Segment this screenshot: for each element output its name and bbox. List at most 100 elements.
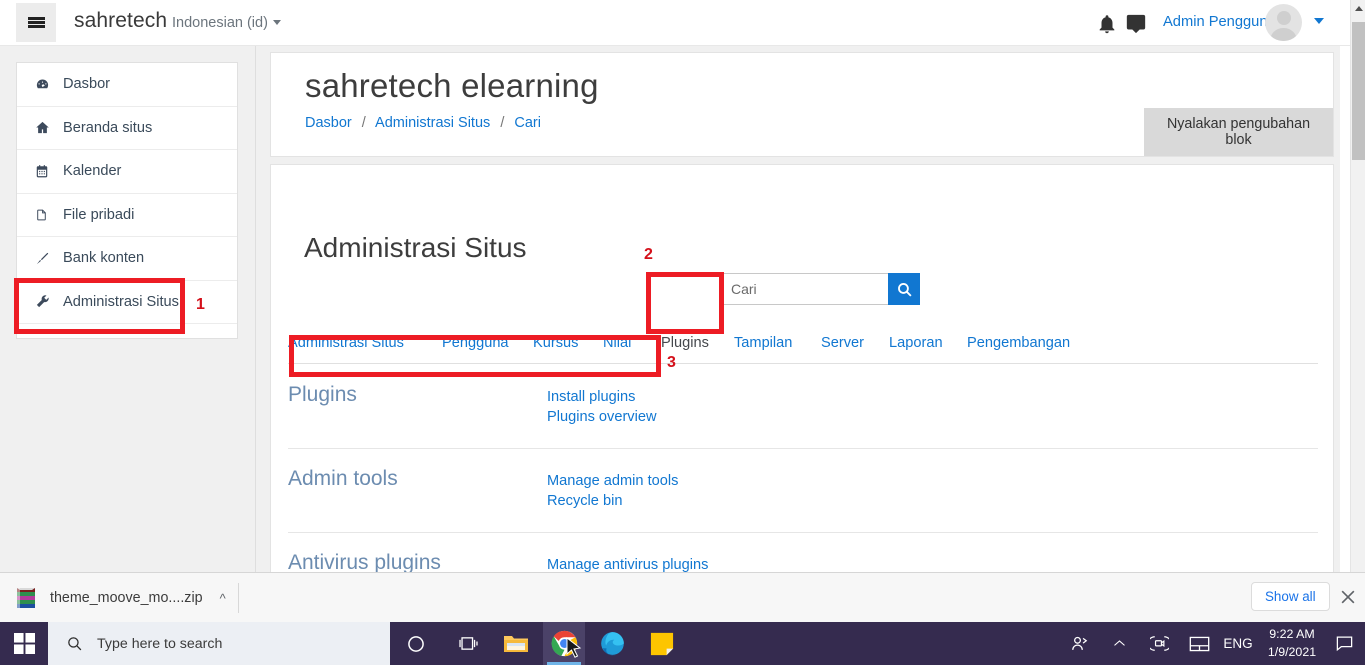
magnifier-icon xyxy=(68,637,82,651)
sidebar-item-label: Bank konten xyxy=(63,250,145,267)
camera-icon[interactable] xyxy=(1146,622,1172,665)
clock-date: 1/9/2021 xyxy=(1267,644,1317,659)
link-plugins-overview[interactable]: Plugins overview xyxy=(547,407,657,427)
sidebar-item-kalender[interactable]: Kalender xyxy=(17,150,237,194)
chevron-up-icon[interactable] xyxy=(1106,622,1132,665)
page-scrollbar[interactable] xyxy=(1350,0,1365,622)
clock-time: 9:22 AM xyxy=(1269,627,1315,641)
toggle-block-editing-button[interactable]: Nyalakan pengubahan blok xyxy=(1144,108,1333,156)
user-name[interactable]: Admin Pengguna xyxy=(1163,14,1276,30)
scrollbar-thumb[interactable] xyxy=(1352,22,1365,160)
scroll-up-arrow-icon[interactable] xyxy=(1351,0,1365,16)
user-menu-chevron-down-icon[interactable] xyxy=(1314,18,1324,24)
language-selector[interactable]: Indonesian (id) xyxy=(172,15,281,31)
tab-pengembangan[interactable]: Pengembangan xyxy=(967,328,1070,358)
breadcrumb: Dasbor / Administrasi Situs / Cari xyxy=(305,115,541,131)
file-explorer-icon[interactable] xyxy=(496,622,536,665)
page-header-card: sahretech elearning Dasbor / Administras… xyxy=(270,52,1334,157)
breadcrumb-separator: / xyxy=(361,115,366,131)
search-button[interactable] xyxy=(888,273,920,305)
sidebar-item-label: Administrasi Situs xyxy=(63,293,179,310)
admin-tabs: Administrasi Situs Pengguna Kursus Nilai… xyxy=(288,328,1318,364)
brush-icon xyxy=(35,251,57,266)
home-icon xyxy=(35,120,57,135)
sidebar-item-dasbor[interactable]: Dasbor xyxy=(17,63,237,107)
tab-kursus[interactable]: Kursus xyxy=(533,328,578,358)
clock[interactable]: 9:22 AM 1/9/2021 xyxy=(1259,626,1325,661)
tab-pengguna[interactable]: Pengguna xyxy=(442,328,509,358)
notification-icon[interactable] xyxy=(1329,622,1359,665)
avatar[interactable] xyxy=(1265,4,1302,41)
task-view-icon[interactable] xyxy=(450,622,486,665)
tab-laporan[interactable]: Laporan xyxy=(889,328,943,358)
sidebar-item-label: Dasbor xyxy=(63,76,111,93)
wrench-icon xyxy=(35,294,57,309)
search-icon xyxy=(897,282,912,297)
settings-row-plugins: Plugins Install plugins Plugins overview xyxy=(288,383,1318,449)
sidebar-item-file-pribadi[interactable]: File pribadi xyxy=(17,194,237,237)
download-item[interactable]: theme_moove_mo....zip ^ xyxy=(14,580,226,616)
link-install-plugins[interactable]: Install plugins xyxy=(547,387,657,407)
chrome-icon[interactable] xyxy=(543,622,585,665)
settings-row-name: Plugins xyxy=(288,383,357,406)
sidebar-item-label: Beranda situs xyxy=(63,119,153,136)
sidebar-item-beranda-situs[interactable]: Beranda situs xyxy=(17,107,237,150)
message-icon[interactable] xyxy=(1125,13,1147,35)
settings-row-links: Manage admin tools Recycle bin xyxy=(547,471,678,511)
download-bar: theme_moove_mo....zip ^ Show all xyxy=(0,572,1365,622)
download-separator xyxy=(238,583,239,613)
settings-row-name: Admin tools xyxy=(288,467,398,490)
edge-icon[interactable] xyxy=(592,622,632,665)
admin-search xyxy=(721,273,920,305)
sidebar-block-footer xyxy=(17,324,237,338)
annotation-number-2: 2 xyxy=(644,246,653,263)
sidebar-item-label: File pribadi xyxy=(63,206,135,223)
section-title: Administrasi Situs xyxy=(304,232,527,263)
file-icon xyxy=(35,207,57,223)
taskbar-search-placeholder: Type here to search xyxy=(97,635,223,652)
touchpad-icon[interactable] xyxy=(1186,622,1212,665)
chevron-up-icon[interactable]: ^ xyxy=(220,591,226,606)
download-file-name: theme_moove_mo....zip xyxy=(50,590,203,606)
sidebar-item-label: Kalender xyxy=(63,163,122,180)
calendar-icon xyxy=(35,164,57,179)
tab-administrasi-situs[interactable]: Administrasi Situs xyxy=(288,328,404,358)
browser-viewport: sahretech Indonesian (id) Admin Pengguna… xyxy=(0,0,1365,622)
breadcrumb-item-administrasi-situs[interactable]: Administrasi Situs xyxy=(375,115,490,131)
sticky-notes-icon[interactable] xyxy=(642,622,682,665)
taskbar-search-input[interactable]: Type here to search xyxy=(48,622,390,665)
annotation-number-3: 3 xyxy=(667,354,676,371)
settings-row-links: Install plugins Plugins overview xyxy=(547,387,657,427)
sidebar: Dasbor Beranda situs Kalender File priba… xyxy=(0,46,256,622)
archive-icon xyxy=(17,588,35,608)
close-icon[interactable] xyxy=(1338,587,1358,607)
tab-nilai[interactable]: Nilai xyxy=(603,328,631,358)
chevron-down-icon xyxy=(272,20,281,25)
sidebar-item-bank-konten[interactable]: Bank konten xyxy=(17,237,237,281)
main-content: sahretech elearning Dasbor / Administras… xyxy=(256,46,1340,622)
breadcrumb-item-cari[interactable]: Cari xyxy=(514,115,541,131)
site-brand[interactable]: sahretech xyxy=(74,9,167,33)
tab-tampilan[interactable]: Tampilan xyxy=(734,328,792,358)
breadcrumb-separator: / xyxy=(500,115,505,131)
dashboard-icon xyxy=(35,77,57,92)
keyboard-language[interactable]: ENG xyxy=(1221,622,1255,665)
hamburger-icon[interactable] xyxy=(16,3,56,42)
link-manage-admin-tools[interactable]: Manage admin tools xyxy=(547,471,678,491)
admin-body-card: Administrasi Situs Administrasi Situs Pe… xyxy=(270,164,1334,616)
bell-icon[interactable] xyxy=(1096,13,1118,35)
link-recycle-bin[interactable]: Recycle bin xyxy=(547,491,678,511)
windows-taskbar: Type here to search ENG 9:22 AM 1/9/2021 xyxy=(0,622,1365,665)
page-title: sahretech elearning xyxy=(305,67,599,104)
language-label: Indonesian (id) xyxy=(172,15,268,31)
show-all-downloads-button[interactable]: Show all xyxy=(1251,582,1330,611)
site-navbar: sahretech Indonesian (id) Admin Pengguna xyxy=(0,0,1351,46)
breadcrumb-item-dasbor[interactable]: Dasbor xyxy=(305,115,352,131)
windows-start-icon[interactable] xyxy=(0,622,48,665)
search-input[interactable] xyxy=(721,273,888,305)
people-icon[interactable] xyxy=(1066,622,1092,665)
tab-server[interactable]: Server xyxy=(821,328,864,358)
annotation-number-1: 1 xyxy=(196,296,205,313)
settings-row-admin-tools: Admin tools Manage admin tools Recycle b… xyxy=(288,467,1318,533)
cortana-icon[interactable] xyxy=(398,622,434,665)
